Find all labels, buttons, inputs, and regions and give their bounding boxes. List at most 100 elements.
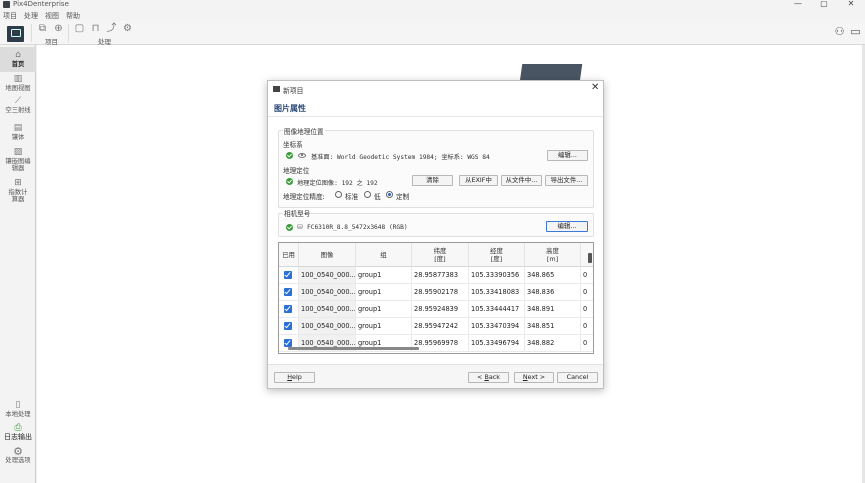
home-icon: ⌂ <box>15 50 21 60</box>
back-button[interactable]: < Back <box>468 372 509 383</box>
latitude-unit: [度] <box>434 254 446 263</box>
extra-cell: 0 <box>581 318 593 335</box>
sidebar-item-mosaic[interactable]: ▤ 镶体 <box>0 123 36 141</box>
edit-camera-button[interactable]: 编辑... <box>546 221 588 232</box>
col-header-longitude[interactable]: 经度 [度] <box>469 243 525 267</box>
edit-coord-system-button[interactable]: 编辑... <box>547 150 588 161</box>
layout-icon[interactable]: ▭ <box>849 25 862 38</box>
sidebar-item-label: 本地处理 <box>5 411 31 418</box>
local-processing-icon: ▯ <box>15 400 21 410</box>
sidebar-item-label: 镶嵌图编辑器 <box>5 158 31 172</box>
enabled-cell[interactable] <box>279 267 299 284</box>
file-icon[interactable]: ▢ <box>74 23 85 34</box>
latitude-cell: 28.95924839 <box>412 301 469 318</box>
sidebar-item-local-processing[interactable]: ▯ 本地处理 <box>0 400 36 418</box>
enabled-checkbox[interactable] <box>284 288 292 296</box>
camera-db-icon: ⛁ <box>297 223 303 231</box>
accuracy-label: 地理定位精度: <box>283 193 325 201</box>
col-header-enabled[interactable]: 已用 <box>279 243 299 267</box>
longitude-cell: 105.33418083 <box>469 284 525 301</box>
from-file-button[interactable]: 从文件中... <box>501 175 542 186</box>
coord-system-label: 坐标系 <box>283 141 303 149</box>
enabled-checkbox[interactable] <box>284 322 292 330</box>
map-view-icon: ▥ <box>13 74 23 84</box>
cancel-button[interactable]: Cancel <box>557 372 598 383</box>
menu-bar: 项目 处理 视图 帮助 <box>0 10 865 21</box>
enabled-checkbox[interactable] <box>284 271 292 279</box>
user-icon[interactable]: ⚇ <box>833 25 846 38</box>
geolocated-images-text: 地理定位图像: 192 之 192 <box>297 180 378 187</box>
window-title: Pix4Denterprise <box>13 0 69 8</box>
extra-cell: 0 <box>581 267 593 284</box>
rays-icon: ⟋ <box>14 96 22 106</box>
next-arrow: > <box>539 373 546 381</box>
altitude-cell: 348.891 <box>525 301 581 318</box>
latitude-cell: 28.95877383 <box>412 267 469 284</box>
menu-process[interactable]: 处理 <box>24 11 38 21</box>
col-header-group[interactable]: 组 <box>356 243 412 267</box>
status-ok-icon <box>286 178 293 185</box>
col-header-altitude[interactable]: 高度 [m] <box>525 243 581 267</box>
sidebar-item-index-calculator[interactable]: ⊞ 指数计算器 <box>0 178 36 203</box>
dialog-icon <box>273 86 280 92</box>
eye-icon <box>298 153 306 158</box>
sidebar-item-mosaic-editor[interactable]: ▨ 镶嵌图编辑器 <box>0 147 36 172</box>
toolbar-separator <box>31 24 32 42</box>
section-title: 图片属性 <box>274 104 306 113</box>
new-project-icon[interactable]: ⧉ <box>37 23 48 34</box>
accuracy-low-radio[interactable] <box>364 191 371 198</box>
sidebar-item-home[interactable]: ⌂ 首页 <box>0 47 36 72</box>
col-header-image[interactable]: 图像 <box>299 243 356 267</box>
menu-project[interactable]: 项目 <box>3 11 17 21</box>
settings-icon[interactable]: ⚙ <box>122 23 133 34</box>
maximize-button[interactable]: ▢ <box>815 0 833 9</box>
altitude-cell: 348.836 <box>525 284 581 301</box>
sidebar-item-label: 指数计算器 <box>8 189 28 203</box>
group-cell: group1 <box>356 318 412 335</box>
dialog-title: 新项目 <box>283 87 304 95</box>
clear-button[interactable]: 清除 <box>412 175 453 186</box>
altitude-unit: [m] <box>546 254 559 263</box>
enabled-cell[interactable] <box>279 301 299 318</box>
enabled-checkbox[interactable] <box>284 305 292 313</box>
image-cell: 100_0540_000... <box>299 267 356 284</box>
toolbar-separator <box>68 24 69 42</box>
sidebar-item-rays[interactable]: ⟋ 空三射线 <box>0 96 36 114</box>
help-button[interactable]: Help <box>274 372 315 383</box>
latitude-cell: 28.95969978 <box>412 335 469 352</box>
image-cell: 100_0540_000... <box>299 284 356 301</box>
export-file-button[interactable]: 导出文件... <box>545 175 588 186</box>
dialog-close-button[interactable]: ✕ <box>591 83 599 93</box>
image-cell: 100_0540_000... <box>299 301 356 318</box>
col-header-latitude[interactable]: 纬度 [度] <box>412 243 469 267</box>
next-button[interactable]: Next > <box>514 372 554 383</box>
table-horizontal-scrollbar[interactable] <box>288 347 419 350</box>
sidebar-item-map-view[interactable]: ▥ 地图视图 <box>0 74 36 92</box>
longitude-cell: 105.33444417 <box>469 301 525 318</box>
close-window-button[interactable]: ✕ <box>842 0 860 9</box>
group-cell: group1 <box>356 267 412 284</box>
enabled-checkbox[interactable] <box>284 339 292 347</box>
table-vertical-scrollbar[interactable] <box>588 253 592 263</box>
from-exif-button[interactable]: 从EXIF中 <box>459 175 498 186</box>
app-icon <box>3 1 10 8</box>
extra-cell: 0 <box>581 335 593 352</box>
minimize-button[interactable]: — <box>789 0 807 9</box>
target-icon[interactable]: ⊕ <box>53 23 64 34</box>
enabled-cell[interactable] <box>279 318 299 335</box>
accuracy-standard-radio[interactable] <box>335 191 342 198</box>
sidebar-item-processing-options[interactable]: ⚙ 处理选项 <box>0 446 36 464</box>
open-folder-icon[interactable]: ⊓ <box>90 23 101 34</box>
gear-icon: ⚙ <box>13 445 23 458</box>
menu-view[interactable]: 视图 <box>45 11 59 21</box>
sidebar-item-log-output[interactable]: ⎙ 日志输出 <box>0 423 36 441</box>
geolocation-label: 地理定位 <box>283 167 310 175</box>
sidebar-item-label: 镶体 <box>11 134 25 141</box>
menu-help[interactable]: 帮助 <box>66 11 80 21</box>
export-icon[interactable]: ⤴ <box>106 23 117 34</box>
enabled-cell[interactable] <box>279 284 299 301</box>
accuracy-custom-radio[interactable] <box>386 191 393 198</box>
divider <box>268 116 603 117</box>
accuracy-low-label: 低 <box>374 193 381 201</box>
camera-group-title: 相机型号 <box>283 208 312 218</box>
